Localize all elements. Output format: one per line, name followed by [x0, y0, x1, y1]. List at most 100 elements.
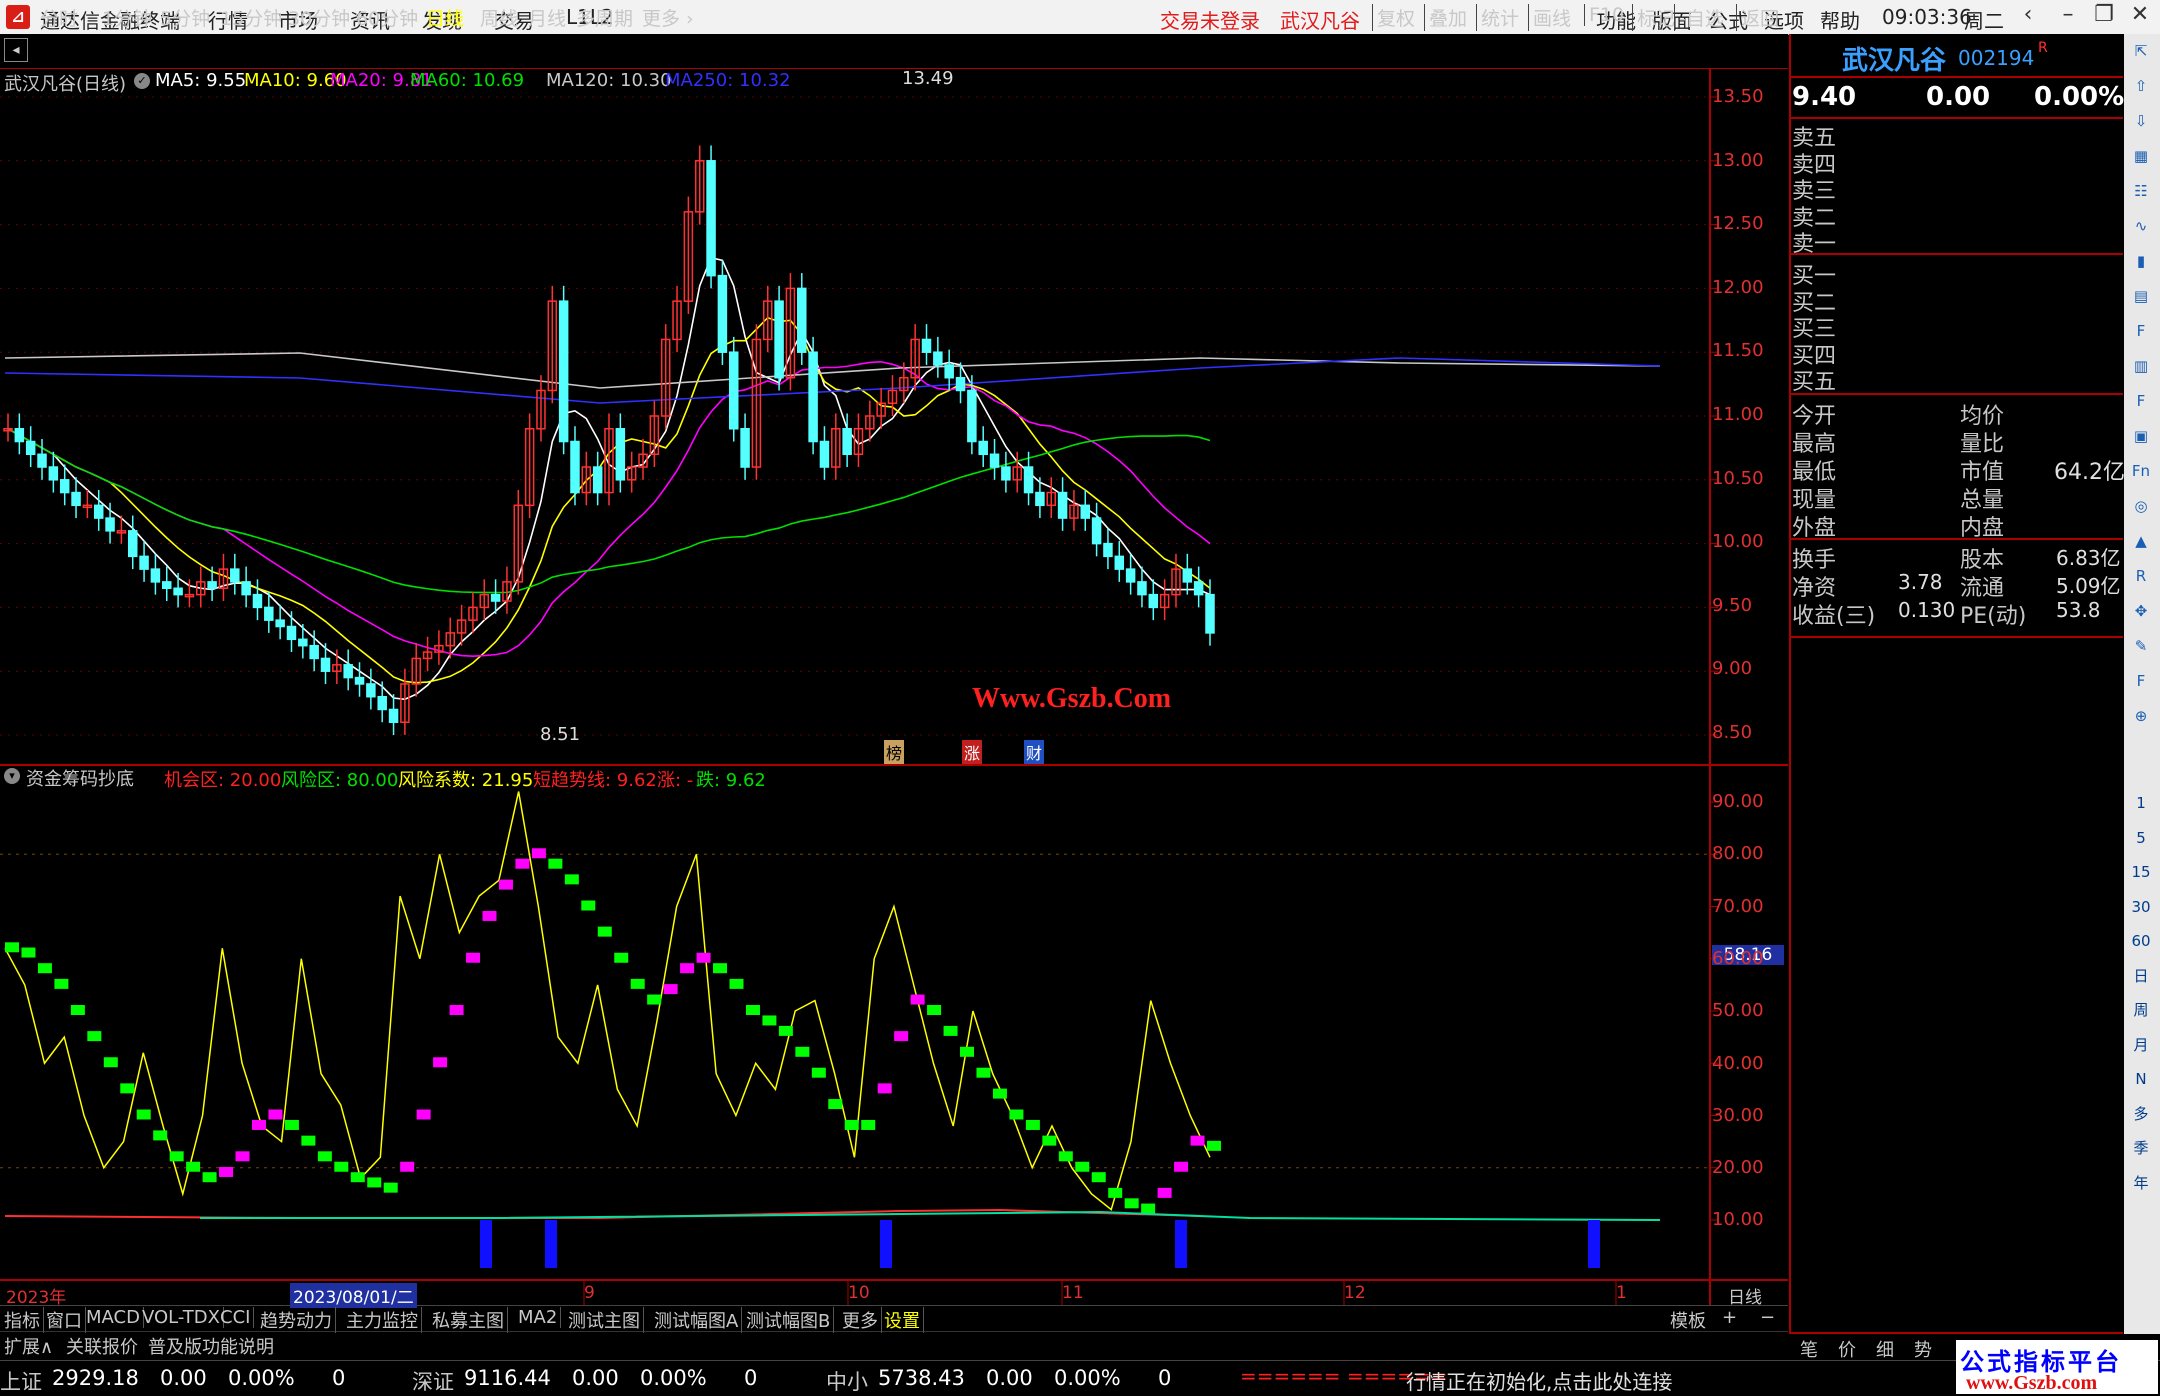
indicator-tab-6[interactable]: 主力监控 [346, 1307, 422, 1333]
tab-period-4[interactable]: 30分钟 [288, 4, 350, 31]
side-period-4[interactable]: 60 [2130, 930, 2152, 952]
side-period-2[interactable]: 15 [2130, 861, 2152, 883]
rsi-icon[interactable]: R [2130, 565, 2152, 587]
quote-tab-0[interactable]: 笔 [1800, 1336, 1818, 1362]
page-icon[interactable]: ▤ [2130, 285, 2152, 307]
candle-body [933, 351, 943, 366]
indicator-tab-2[interactable]: MACD [86, 1307, 144, 1328]
indicator-tab-7[interactable]: 私募主图 [432, 1307, 508, 1333]
side-period-9[interactable]: 多 [2130, 1103, 2152, 1125]
bottom-right-1[interactable]: + [1722, 1307, 1737, 1328]
toolbar-button-0[interactable]: 复权 [1372, 4, 1415, 31]
f-icon[interactable]: F [2130, 390, 2152, 412]
power-icon[interactable]: ◎ [2130, 495, 2152, 517]
indicator-tab-5[interactable]: 趋势动力 [260, 1307, 336, 1333]
indicator-tab-3[interactable]: VOL-TDX [142, 1307, 224, 1328]
stock-chart[interactable] [0, 68, 1788, 1308]
close-icon[interactable]: ✕ [2122, 2, 2158, 27]
candle-body [615, 428, 626, 481]
report-icon[interactable]: ▣ [2130, 425, 2152, 447]
net-icon[interactable]: ⊕ [2130, 705, 2152, 727]
index-name-0[interactable]: 上证 [0, 1366, 42, 1396]
tab-period-7[interactable]: 周线 [480, 4, 518, 31]
connection-message[interactable]: 行情正在初始化,点击此处连接 [1406, 1366, 1672, 1395]
list-icon[interactable]: ☷ [2130, 180, 2152, 202]
side-period-1[interactable]: 5 [2130, 827, 2152, 849]
indicator-tab-10[interactable]: 测试幅图A [654, 1307, 743, 1333]
side-period-3[interactable]: 30 [2130, 896, 2152, 918]
event-tag-zhang[interactable]: 涨 [962, 740, 983, 764]
back-icon[interactable]: ‹ [2010, 2, 2046, 27]
fs-icon[interactable]: F [2130, 670, 2152, 692]
tab-period-8[interactable]: 月线 [528, 4, 566, 31]
bottom-right-2[interactable]: − [1760, 1307, 1775, 1328]
toolbar-button-7[interactable]: 返回 [1736, 4, 1779, 31]
candle-body [944, 364, 954, 379]
pen-icon[interactable]: ✎ [2130, 635, 2152, 657]
tab-period-6[interactable]: 日线 [426, 4, 464, 31]
side-period-10[interactable]: 季 [2130, 1137, 2152, 1159]
tab-period-0[interactable]: 分时 [40, 4, 78, 31]
tab-period-2[interactable]: 5分钟 [160, 4, 210, 31]
f10-icon[interactable]: F [2130, 320, 2152, 342]
tab-period-5[interactable]: 60分钟 [356, 4, 418, 31]
side-period-7[interactable]: 月 [2130, 1034, 2152, 1056]
trend-block [515, 858, 530, 869]
toolbar-button-5[interactable]: 标记 [1632, 4, 1675, 31]
bottom-right-0[interactable]: 模板 [1670, 1307, 1706, 1333]
indicator-settings-icon[interactable]: ▾ [4, 768, 20, 784]
tab-period-1[interactable]: 1分钟 [102, 4, 152, 31]
down-icon[interactable]: ⇩ [2130, 110, 2152, 132]
side-period-6[interactable]: 周 [2130, 999, 2152, 1021]
table-icon[interactable]: ▥ [2130, 355, 2152, 377]
indicator-tab-0[interactable]: 指标 [4, 1307, 44, 1333]
indicator-tab-4[interactable]: CCI [220, 1307, 255, 1328]
indicator-tab-1[interactable]: 窗口 [46, 1307, 86, 1333]
up-icon[interactable]: ⇧ [2130, 75, 2152, 97]
quote-tab-3[interactable]: 势 [1914, 1336, 1932, 1362]
collapse-icon[interactable]: ◂ [4, 38, 28, 62]
side-period-8[interactable]: N [2130, 1068, 2152, 1090]
indicator-tab-12[interactable]: 更多 [842, 1307, 882, 1333]
toolbar-button-3[interactable]: 画线 [1528, 4, 1571, 31]
event-tag-cai[interactable]: 财 [1024, 740, 1045, 764]
toolbar-button-2[interactable]: 统计 [1476, 4, 1519, 31]
indicator-tab-9[interactable]: 测试主图 [568, 1307, 644, 1333]
side-period-0[interactable]: 1 [2130, 792, 2152, 814]
indicator-tab-11[interactable]: 测试幅图B [746, 1307, 835, 1333]
extension-tab-2[interactable]: 普及版功能说明 [148, 1333, 274, 1359]
login-status[interactable]: 交易未登录 [1160, 5, 1260, 34]
bar-icon[interactable]: ▮ [2130, 250, 2152, 272]
chart-icon[interactable]: ▲ [2130, 530, 2152, 552]
indicator-tab-8[interactable]: MA2 [518, 1307, 562, 1328]
arrow-icon[interactable]: ⇱ [2130, 40, 2152, 62]
x-axis-period: 日线 [1728, 1288, 1762, 1308]
move-icon[interactable]: ✥ [2130, 600, 2152, 622]
toolbar-button-1[interactable]: 叠加 [1424, 4, 1467, 31]
side-period-11[interactable]: 年 [2130, 1172, 2152, 1194]
tab-period-10[interactable]: 更多 › [642, 4, 694, 31]
quote-tab-1[interactable]: 价 [1838, 1336, 1856, 1362]
indicator-tab-13[interactable]: 设置 [884, 1307, 924, 1333]
extension-tab-0[interactable]: 扩展∧ [4, 1333, 53, 1359]
extension-tab-1[interactable]: 关联报价 [66, 1333, 138, 1359]
fin-icon[interactable]: Fn [2130, 460, 2152, 482]
minimize-icon[interactable]: – [2050, 2, 2086, 27]
line-icon[interactable]: ∿ [2130, 215, 2152, 237]
toolbar-button-6[interactable]: -自选 [1674, 4, 1724, 31]
event-tag-bang[interactable]: 榜 [884, 740, 905, 764]
settings-icon[interactable]: ✓ [134, 73, 150, 89]
restore-icon[interactable]: ❐ [2086, 2, 2122, 27]
quote-tab-2[interactable]: 细 [1876, 1336, 1894, 1362]
menu-bangzhu[interactable]: 帮助 [1820, 5, 1860, 34]
fin-value-right: 53.8 [2056, 598, 2101, 622]
index-name-1[interactable]: 深证 [412, 1366, 454, 1396]
trend-block [268, 1109, 283, 1120]
tab-period-3[interactable]: 15分钟 [220, 4, 282, 31]
grid-icon[interactable]: ▦ [2130, 145, 2152, 167]
toolbar-button-4[interactable]: F10 [1584, 4, 1624, 26]
index-name-2[interactable]: 中小 [826, 1366, 868, 1396]
tab-period-9[interactable]: 多周期 [576, 4, 633, 31]
candle-body [309, 644, 319, 660]
side-period-5[interactable]: 日 [2130, 965, 2152, 987]
